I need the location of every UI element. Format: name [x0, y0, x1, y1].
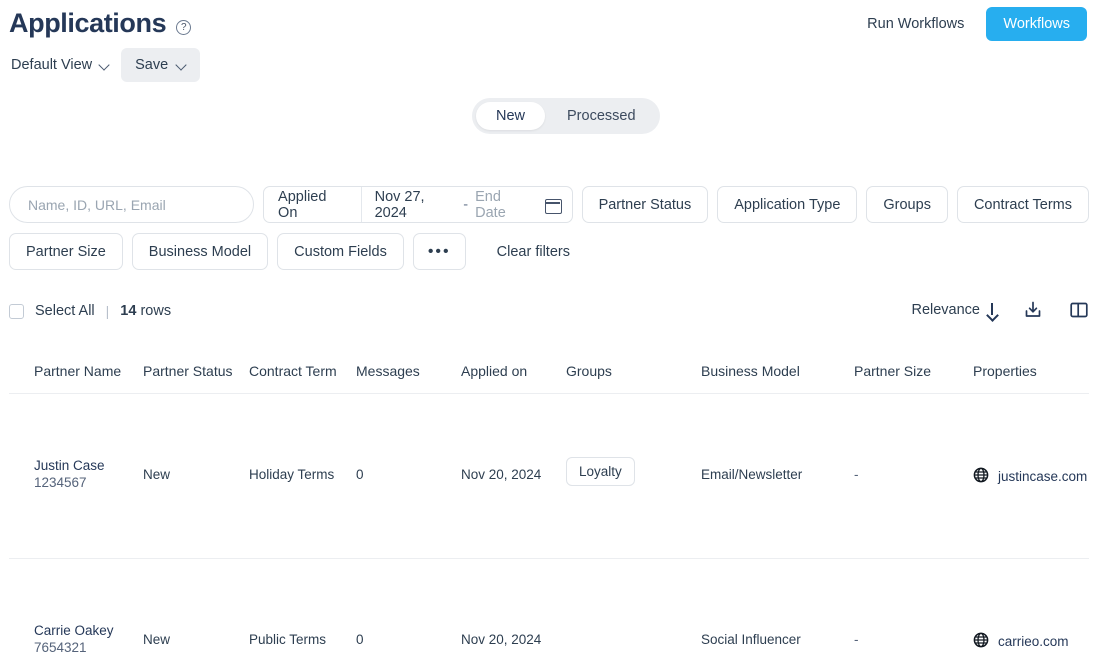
- toolbar-right: Relevance: [911, 300, 1089, 320]
- cell-partner-size: -: [854, 632, 859, 647]
- tab-new[interactable]: New: [476, 102, 546, 130]
- filter-groups[interactable]: Groups: [866, 186, 948, 223]
- cell-messages: 0: [356, 467, 364, 482]
- property-link[interactable]: justincase.com: [973, 467, 1087, 486]
- property-link[interactable]: carrieo.com: [973, 632, 1069, 651]
- filter-application-type[interactable]: Application Type: [717, 186, 858, 223]
- tab-processed[interactable]: Processed: [547, 102, 656, 130]
- column-header-partner-name[interactable]: Partner Name: [34, 363, 121, 379]
- column-header-partner-size[interactable]: Partner Size: [854, 363, 931, 379]
- filter-bar: Applied On Nov 27, 2024 - End Date Partn…: [9, 186, 1089, 280]
- filter-row-1: Applied On Nov 27, 2024 - End Date Partn…: [9, 186, 1089, 223]
- date-end-placeholder: End Date: [475, 188, 506, 221]
- table-row[interactable]: Carrie Oakey 7654321 New Public Terms 0 …: [9, 559, 1089, 668]
- save-button[interactable]: Save: [121, 48, 201, 82]
- column-header-properties[interactable]: Properties: [973, 363, 1037, 379]
- table-toolbar: Select All | 14 rows Relevance: [9, 300, 1089, 327]
- page-title: Applications: [9, 8, 167, 38]
- cell-partner-status: New: [143, 632, 171, 647]
- filter-contract-terms[interactable]: Contract Terms: [956, 186, 1089, 223]
- partner-name: Carrie Oakey: [34, 623, 114, 638]
- run-workflows-button[interactable]: Run Workflows: [863, 10, 968, 38]
- table-header-row: Partner Name Partner Status Contract Ter…: [9, 352, 1089, 394]
- table-row[interactable]: Justin Case 1234567 New Holiday Terms 0 …: [9, 394, 1089, 559]
- filter-business-model[interactable]: Business Model: [131, 233, 269, 270]
- group-tag[interactable]: Loyalty: [566, 457, 635, 486]
- select-all-label[interactable]: Select All: [35, 303, 95, 319]
- cell-applied-on: Nov 20, 2024: [461, 467, 542, 482]
- rows-count-value: 14: [120, 303, 137, 319]
- cell-applied-on: Nov 20, 2024: [461, 632, 542, 647]
- applied-on-label[interactable]: Applied On: [264, 187, 362, 222]
- property-domain: carrieo.com: [998, 634, 1069, 649]
- save-label: Save: [135, 57, 169, 73]
- column-header-messages[interactable]: Messages: [356, 363, 420, 379]
- calendar-icon[interactable]: [545, 197, 563, 214]
- toolbar-left: Select All | 14 rows: [9, 303, 171, 319]
- chevron-down-icon: [177, 61, 186, 70]
- clear-filters-button[interactable]: Clear filters: [489, 244, 578, 260]
- filter-partner-size[interactable]: Partner Size: [9, 233, 123, 270]
- search-input[interactable]: [9, 186, 255, 223]
- filter-custom-fields[interactable]: Custom Fields: [277, 233, 404, 270]
- help-circle-icon[interactable]: ?: [176, 19, 192, 35]
- sort-label: Relevance: [911, 302, 980, 318]
- filter-partner-status[interactable]: Partner Status: [581, 186, 709, 223]
- property-domain: justincase.com: [998, 469, 1088, 484]
- cell-partner-name[interactable]: Justin Case 1234567: [34, 458, 105, 491]
- more-filters-button[interactable]: •••: [412, 233, 466, 270]
- partner-name: Justin Case: [34, 458, 105, 473]
- cell-contract-term: Holiday Terms: [249, 467, 335, 482]
- status-segmented-control: New Processed: [472, 98, 660, 134]
- cell-partner-size: -: [854, 467, 859, 482]
- column-header-partner-status[interactable]: Partner Status: [143, 363, 233, 379]
- column-header-applied-on[interactable]: Applied on: [461, 363, 527, 379]
- partner-id: 7654321: [34, 640, 87, 655]
- rows-count: 14 rows: [120, 303, 171, 319]
- cell-properties: carrieo.com: [973, 632, 1069, 651]
- globe-icon: [973, 632, 989, 651]
- date-range-field[interactable]: Nov 27, 2024 - End Date: [362, 187, 572, 222]
- column-header-contract-term[interactable]: Contract Term: [249, 363, 337, 379]
- cell-partner-status: New: [143, 467, 171, 482]
- default-view-dropdown[interactable]: Default View: [9, 51, 111, 79]
- rows-count-suffix: rows: [136, 303, 172, 319]
- cell-properties: justincase.com: [973, 467, 1087, 486]
- cell-business-model: Email/Newsletter: [701, 467, 803, 482]
- partner-id: 1234567: [34, 475, 87, 490]
- arrow-down-icon: [987, 302, 997, 318]
- page-header: Applications ? Run Workflows Workflows: [0, 0, 1097, 50]
- workflows-button[interactable]: Workflows: [986, 7, 1087, 41]
- cell-groups: Loyalty: [566, 457, 635, 486]
- applications-table: Partner Name Partner Status Contract Ter…: [9, 352, 1089, 668]
- download-icon[interactable]: [1023, 300, 1043, 320]
- date-separator: -: [463, 196, 469, 213]
- title-block: Applications ?: [9, 7, 192, 39]
- column-header-business-model[interactable]: Business Model: [701, 363, 800, 379]
- applications-page: Applications ? Run Workflows Workflows D…: [0, 0, 1097, 668]
- view-bar: Default View Save: [9, 48, 201, 82]
- chevron-down-icon: [100, 61, 109, 70]
- date-start-value: Nov 27, 2024: [374, 188, 425, 221]
- filter-row-2: Partner Size Business Model Custom Field…: [9, 233, 1089, 270]
- cell-messages: 0: [356, 632, 364, 647]
- sort-control[interactable]: Relevance: [911, 302, 997, 318]
- header-actions: Run Workflows Workflows: [863, 7, 1087, 41]
- default-view-label: Default View: [11, 57, 93, 73]
- column-header-groups[interactable]: Groups: [566, 363, 612, 379]
- select-all-checkbox[interactable]: [9, 303, 24, 319]
- applied-on-date-filter: Applied On Nov 27, 2024 - End Date: [263, 186, 573, 223]
- toolbar-separator: |: [105, 303, 110, 319]
- globe-icon: [973, 467, 989, 486]
- cell-business-model: Social Influencer: [701, 632, 801, 647]
- panel-layout-icon[interactable]: [1069, 300, 1089, 320]
- cell-contract-term: Public Terms: [249, 632, 327, 647]
- cell-partner-name[interactable]: Carrie Oakey 7654321: [34, 623, 114, 656]
